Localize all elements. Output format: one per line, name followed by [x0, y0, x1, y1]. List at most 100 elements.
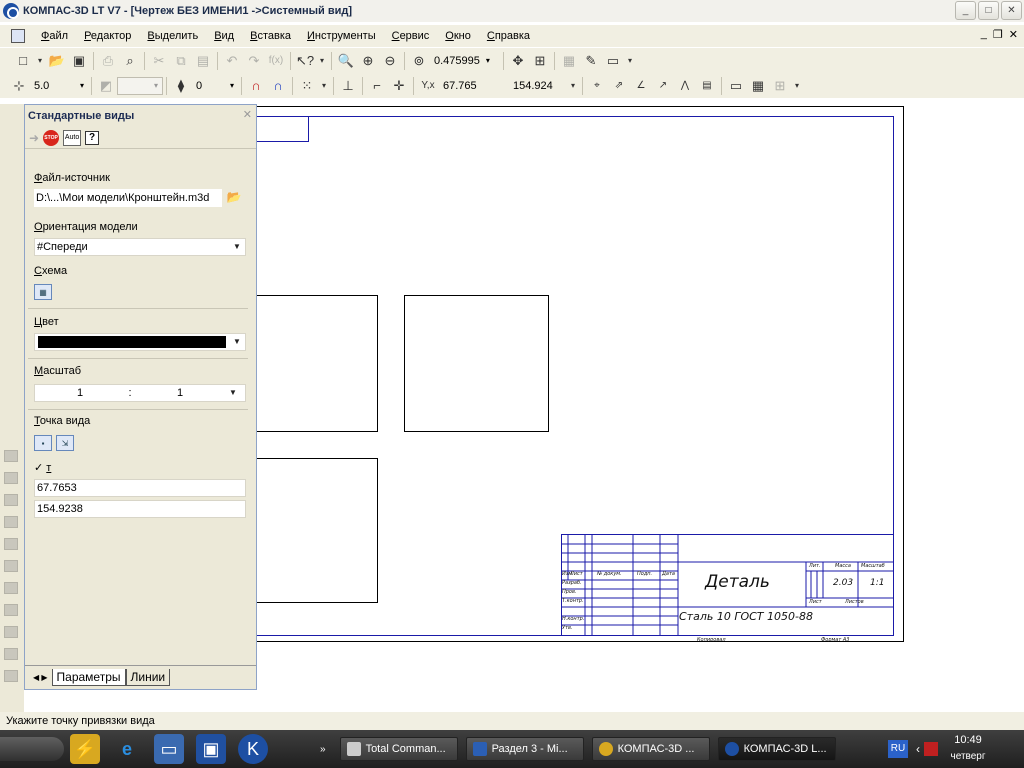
menu-select[interactable]: Выделить — [147, 30, 198, 42]
grid-step-icon[interactable]: ⊹ — [10, 77, 28, 95]
library-icon[interactable] — [4, 670, 18, 682]
zoom-value-field[interactable]: 0.475995 ▾ — [430, 52, 500, 70]
geometry-icon[interactable] — [4, 450, 18, 462]
new-dropdown-icon[interactable]: ▾ — [36, 52, 44, 70]
snap-points-icon[interactable]: ⌖ — [588, 77, 606, 95]
edit-icon[interactable] — [4, 516, 18, 528]
pan-icon[interactable]: ✥ — [509, 52, 527, 70]
ortho-icon[interactable]: ⌐ — [368, 77, 386, 95]
associative-views-icon[interactable] — [4, 604, 18, 616]
clock[interactable]: 10:49 четверг — [938, 734, 998, 762]
maximize-button[interactable]: □ — [978, 1, 999, 20]
x-coordinate-input[interactable]: 67.7653 — [34, 479, 246, 497]
snap-angle-icon[interactable]: ↗ — [654, 77, 672, 95]
mdi-close-button[interactable]: ✕ — [1009, 28, 1018, 41]
stamp-part-name[interactable]: Деталь — [705, 572, 770, 592]
start-button[interactable] — [0, 737, 64, 761]
undo-icon[interactable]: ↶ — [223, 52, 241, 70]
step-dropdown-icon[interactable]: ▾ — [80, 81, 84, 90]
orientation-select[interactable]: #Спереди ▼ — [34, 238, 246, 256]
cursor-point-icon[interactable]: ✛ — [390, 77, 408, 95]
back-arrow-icon[interactable]: ➜ — [29, 131, 39, 145]
help-dropdown-icon[interactable]: ▾ — [318, 52, 326, 70]
tray-expand-icon[interactable]: ‹ — [916, 742, 920, 756]
t-checkbox[interactable]: ✓ т — [34, 461, 51, 474]
designations-icon[interactable] — [4, 494, 18, 506]
measure-icon[interactable] — [4, 560, 18, 572]
toolbar2-dropdown-icon[interactable]: ▾ — [793, 77, 801, 95]
tab-parameters[interactable]: Параметры — [51, 669, 126, 686]
tree-icon[interactable]: ▦ — [749, 77, 767, 95]
new-document-icon[interactable]: □ — [14, 52, 32, 70]
zoom-scale-icon[interactable]: ⊚ — [410, 52, 428, 70]
tab-nav-arrows-icon[interactable]: ◀ ▶ — [33, 673, 48, 682]
menu-view[interactable]: Вид — [214, 30, 234, 42]
layer-dropdown-icon[interactable]: ▾ — [230, 81, 234, 90]
kompas-logo-icon[interactable] — [3, 3, 19, 19]
reports-icon[interactable] — [4, 648, 18, 660]
snap-settings-icon[interactable]: ▤ — [698, 77, 716, 95]
taskbar-word-document[interactable]: Раздел 3 - Mi... — [465, 737, 584, 761]
taskbar-total-commander[interactable]: Total Comman... — [339, 737, 458, 761]
style-field[interactable]: ▾ — [117, 76, 163, 95]
layers-dim-icon[interactable]: ⊞ — [771, 77, 789, 95]
model-view-front[interactable] — [256, 295, 378, 432]
stop-icon[interactable]: STOP — [43, 129, 60, 146]
menu-service[interactable]: Сервис — [392, 30, 430, 42]
open-folder-icon[interactable]: 📂 — [48, 52, 66, 70]
layer-icon[interactable]: ⧫ — [172, 77, 190, 95]
drawing-area[interactable]: Изм. Лист № докум. Подп. Дата Разраб. Пр… — [256, 104, 1024, 712]
taskbar-kompas-lt[interactable]: КОМПАС-3D L... — [717, 737, 836, 761]
coordinates-icon[interactable]: Y,x — [419, 77, 437, 95]
menu-file[interactable]: Файл — [41, 30, 68, 42]
local-cs-icon[interactable]: ⊥ — [339, 77, 357, 95]
mdi-restore-button[interactable]: ❐ — [993, 28, 1003, 41]
dimensions-icon[interactable] — [4, 472, 18, 484]
layer-field[interactable]: 0 ▾ — [192, 77, 238, 95]
refresh-icon[interactable]: ▦ — [560, 52, 578, 70]
viewpoint-point-button[interactable]: ▪ — [34, 435, 52, 451]
source-file-field[interactable]: D:\...\Мои модели\Кронштейн.m3d — [34, 189, 222, 207]
step-field[interactable]: 5.0 ▾ — [30, 77, 88, 95]
auto-create-icon[interactable]: Auto — [63, 129, 82, 146]
document-icon[interactable] — [11, 29, 25, 43]
grid-icon[interactable]: ⁙ — [298, 77, 316, 95]
parametrize-icon[interactable] — [4, 538, 18, 550]
panel-close-icon[interactable]: ✕ — [243, 108, 252, 121]
cut-icon[interactable]: ✂ — [150, 52, 168, 70]
paste-icon[interactable]: ▤ — [194, 52, 212, 70]
scale-dropdown-icon[interactable]: ▼ — [225, 385, 241, 401]
zoom-in-icon[interactable]: ⊕ — [359, 52, 377, 70]
floppy-icon[interactable]: ▣ — [196, 734, 226, 764]
show-all-icon[interactable]: ⊞ — [531, 52, 549, 70]
menu-editor[interactable]: Редактор — [84, 30, 131, 42]
viewpoint-move-button[interactable]: ⇲ — [56, 435, 74, 451]
print-icon[interactable]: ⎙ — [99, 52, 117, 70]
browse-folder-icon[interactable]: 📂 — [225, 189, 243, 205]
panel-dropdown-icon[interactable]: ▾ — [626, 52, 634, 70]
grid-dropdown-icon[interactable]: ▾ — [320, 77, 328, 95]
panel-help-icon[interactable]: ? — [85, 130, 100, 145]
panel-toggle-icon[interactable]: ▭ — [604, 52, 622, 70]
style-dropdown-icon[interactable]: ▾ — [154, 81, 158, 90]
scale-select[interactable]: 1 : 1 ▼ — [34, 384, 246, 402]
spec-icon[interactable] — [4, 626, 18, 638]
print-preview-icon[interactable]: ⌕ — [121, 52, 139, 70]
stamp-scale-value[interactable]: 1:1 — [870, 578, 884, 588]
zoom-dropdown-icon[interactable]: ▾ — [486, 56, 490, 65]
quicklaunch-more-icon[interactable]: » — [320, 744, 326, 755]
function-icon[interactable]: f(x) — [267, 52, 285, 70]
tab-lines[interactable]: Линии — [125, 669, 171, 686]
scheme-button[interactable]: ▦ — [34, 284, 52, 300]
antivirus-tray-icon[interactable] — [924, 742, 938, 756]
model-view-top[interactable] — [256, 458, 378, 603]
total-commander-quicklaunch-icon[interactable]: ⚡ — [70, 734, 100, 764]
language-indicator[interactable]: RU — [888, 740, 908, 758]
menu-insert[interactable]: Вставка — [250, 30, 291, 42]
color-dropdown-icon[interactable]: ▼ — [229, 334, 245, 350]
model-view-left[interactable] — [404, 295, 549, 432]
stamp-material[interactable]: Сталь 10 ГОСТ 1050-88 — [679, 610, 813, 623]
brush-icon[interactable]: ✎ — [582, 52, 600, 70]
select-icon[interactable] — [4, 582, 18, 594]
snap-nearest-icon[interactable]: ⇗ — [610, 77, 628, 95]
